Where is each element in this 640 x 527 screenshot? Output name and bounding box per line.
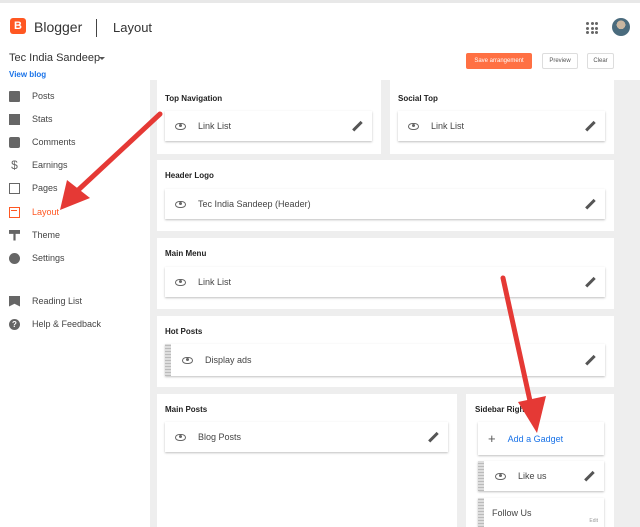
section-main-menu: Main Menu Link List (157, 238, 614, 309)
comments-icon (9, 136, 20, 148)
sidebar-item-posts[interactable]: Posts (9, 89, 55, 103)
gadget-name: Tec India Sandeep (Header) (198, 199, 311, 209)
edit-link[interactable]: Edit (589, 518, 598, 524)
gadget-like-us[interactable]: Like us (478, 461, 604, 491)
sidebar-item-reading-list[interactable]: Reading List (9, 294, 82, 308)
section-social-top: Social Top Link List (390, 80, 614, 154)
drag-handle[interactable] (165, 344, 171, 376)
blog-selector[interactable]: Tec India Sandeep (9, 52, 100, 64)
eye-icon[interactable] (175, 122, 186, 130)
sidebar-item-label: Earnings (32, 160, 68, 170)
eye-icon[interactable] (175, 433, 186, 441)
pencil-icon[interactable] (585, 355, 595, 365)
settings-icon (9, 252, 20, 264)
pages-icon (9, 182, 20, 194)
stats-icon (9, 113, 20, 125)
caret-down-icon[interactable] (99, 57, 105, 60)
section-top-navigation: Top Navigation Link List (157, 80, 381, 154)
add-gadget-label: Add a Gadget (507, 433, 564, 444)
pencil-icon[interactable] (428, 432, 438, 442)
drag-handle[interactable] (478, 498, 484, 527)
eye-icon[interactable] (182, 356, 193, 364)
layout-icon (9, 206, 20, 218)
gadget-name: Display ads (205, 355, 252, 365)
app-header: Blogger Layout (0, 0, 640, 50)
clear-button[interactable]: Clear (587, 53, 614, 69)
preview-button[interactable]: Preview (542, 53, 578, 69)
gadget-follow-us[interactable]: Follow Us Edit (478, 498, 604, 527)
app-name[interactable]: Blogger (34, 19, 82, 35)
gadget-name: Link List (431, 121, 465, 131)
section-hot-posts: Hot Posts Display ads (157, 316, 614, 387)
arrow-to-layout (60, 111, 163, 210)
gadget-name: Link List (198, 277, 232, 287)
drag-handle[interactable] (478, 461, 484, 491)
gadget-link-list[interactable]: Link List (165, 111, 372, 141)
section-title: Main Menu (165, 249, 207, 258)
section-title: Sidebar Right (475, 405, 528, 414)
eye-icon[interactable] (175, 200, 186, 208)
reading-list-icon (9, 295, 20, 307)
help-icon: ? (9, 318, 20, 330)
sidebar-item-label: Pages (32, 183, 58, 193)
sidebar-item-label: Reading List (32, 296, 83, 306)
sidebar-item-theme[interactable]: Theme (9, 228, 60, 242)
pencil-icon[interactable] (584, 471, 594, 481)
sidebar-item-label: Comments (32, 137, 76, 147)
sidebar-item-pages[interactable]: Pages (9, 181, 58, 195)
add-gadget-button[interactable]: + Add a Gadget (478, 422, 604, 455)
gadget-link-list[interactable]: Link List (398, 111, 605, 141)
save-arrangement-button[interactable]: Save arrangement (466, 53, 532, 69)
gadget-name: Like us (518, 471, 547, 481)
posts-icon (9, 90, 20, 102)
sidebar-item-comments[interactable]: Comments (9, 135, 76, 149)
sidebar-item-settings[interactable]: Settings (9, 251, 65, 265)
pencil-icon[interactable] (585, 199, 595, 209)
eye-icon[interactable] (495, 472, 506, 480)
section-title: Header Logo (165, 171, 214, 180)
header-divider (96, 19, 97, 37)
sidebar-item-label: Theme (32, 230, 61, 240)
sidebar-item-layout[interactable]: Layout (9, 205, 59, 219)
section-title: Hot Posts (165, 327, 203, 336)
avatar[interactable] (612, 18, 630, 36)
eye-icon[interactable] (408, 122, 419, 130)
gadget-header[interactable]: Tec India Sandeep (Header) (165, 189, 605, 219)
sidebar-item-label: Settings (32, 253, 65, 263)
pencil-icon[interactable] (585, 277, 595, 287)
sidebar-item-earnings[interactable]: $ Earnings (9, 157, 68, 172)
gadget-name: Follow Us (492, 507, 532, 518)
earnings-icon: $ (11, 157, 18, 172)
pencil-icon[interactable] (585, 121, 595, 131)
eye-icon[interactable] (175, 278, 186, 286)
pencil-icon[interactable] (352, 121, 362, 131)
section-title: Top Navigation (165, 94, 223, 103)
section-main-posts: Main Posts Blog Posts (157, 394, 457, 527)
section-header-logo: Header Logo Tec India Sandeep (Header) (157, 160, 614, 231)
gadget-name: Blog Posts (198, 432, 242, 442)
plus-icon: + (488, 431, 496, 446)
section-title: Main Posts (165, 405, 208, 414)
sidebar-item-label: Posts (32, 91, 55, 101)
sidebar-item-stats[interactable]: Stats (9, 112, 53, 126)
blogger-logo-icon[interactable] (10, 18, 26, 34)
apps-grid-icon[interactable] (586, 22, 598, 34)
theme-icon (9, 229, 20, 241)
page-title: Layout (113, 20, 153, 35)
gadget-name: Link List (198, 121, 232, 131)
gadget-blog-posts[interactable]: Blog Posts (165, 422, 448, 452)
gadget-link-list[interactable]: Link List (165, 267, 605, 297)
sidebar-item-help[interactable]: ? Help & Feedback (9, 317, 101, 331)
sidebar-item-label: Stats (32, 114, 53, 124)
section-title: Social Top (398, 94, 438, 103)
gadget-display-ads[interactable]: Display ads (165, 344, 605, 376)
sidebar-item-label: Help & Feedback (32, 319, 102, 329)
sidebar-item-label: Layout (32, 207, 60, 217)
view-blog-link[interactable]: View blog (9, 70, 46, 79)
